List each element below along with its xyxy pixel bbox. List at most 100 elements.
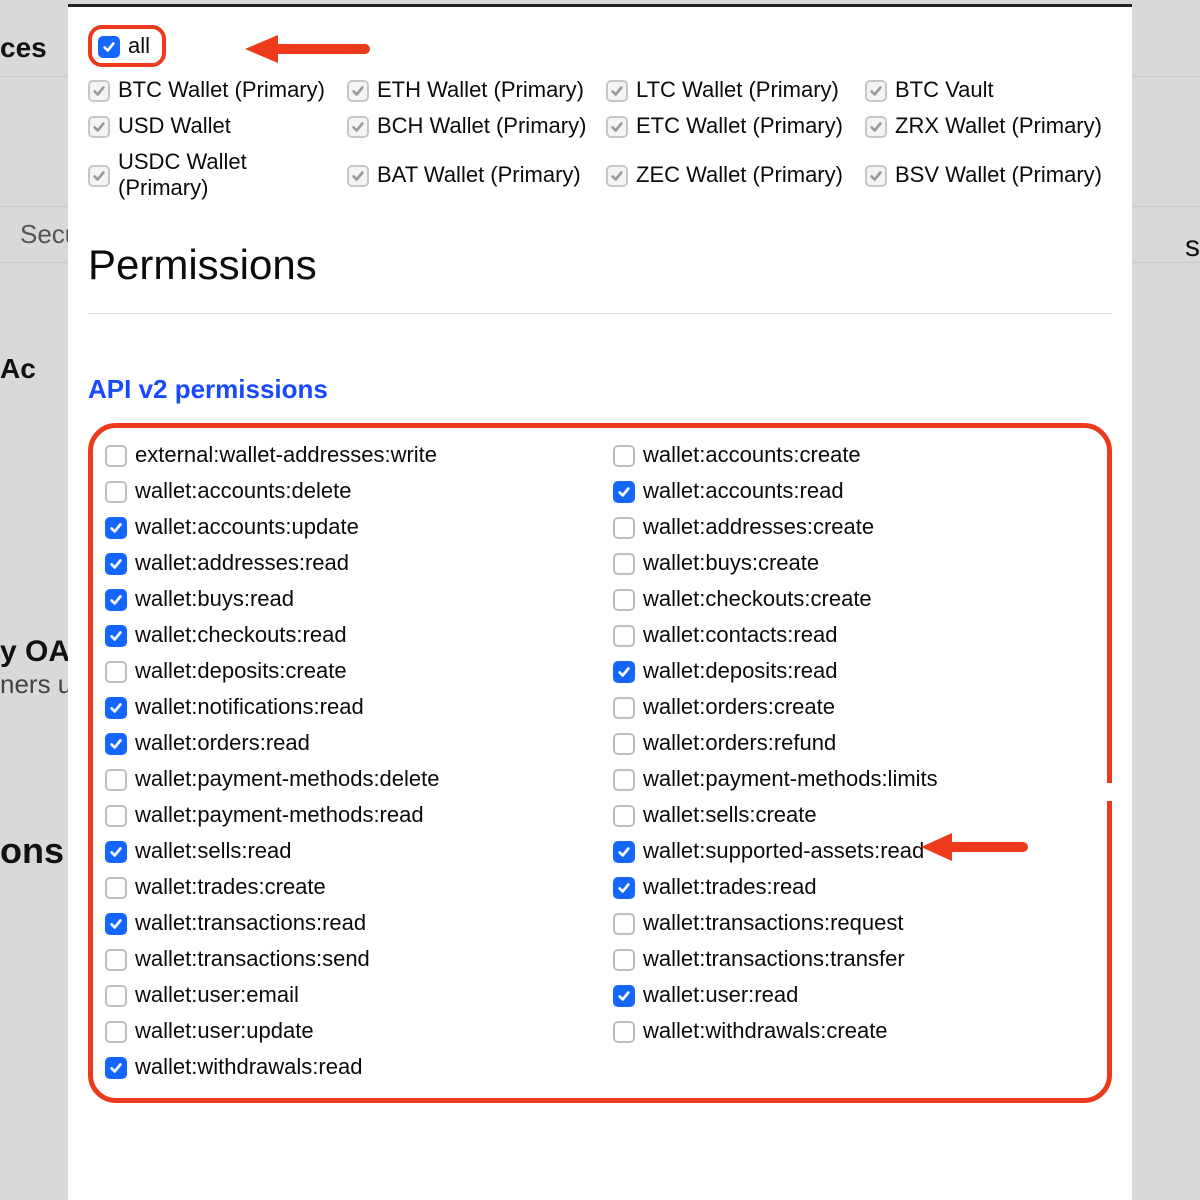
checkbox[interactable] bbox=[105, 985, 127, 1007]
checkbox[interactable] bbox=[613, 517, 635, 539]
permission-label: wallet:checkouts:read bbox=[135, 622, 347, 648]
permission-label: wallet:deposits:read bbox=[643, 658, 837, 684]
checkbox[interactable] bbox=[347, 80, 369, 102]
permission-item[interactable]: wallet:withdrawals:read bbox=[105, 1054, 583, 1080]
account-item[interactable]: BAT Wallet (Primary) bbox=[347, 149, 594, 201]
permission-item[interactable]: wallet:payment-methods:delete bbox=[105, 766, 583, 792]
checkbox[interactable] bbox=[613, 445, 635, 467]
checkbox[interactable] bbox=[865, 165, 887, 187]
account-item[interactable]: ETH Wallet (Primary) bbox=[347, 77, 594, 103]
permission-item[interactable]: wallet:transactions:request bbox=[613, 910, 1091, 936]
permission-item[interactable]: wallet:orders:read bbox=[105, 730, 583, 756]
permission-item[interactable]: wallet:accounts:read bbox=[613, 478, 1091, 504]
checkbox[interactable] bbox=[105, 1057, 127, 1079]
checkbox[interactable] bbox=[105, 481, 127, 503]
checkbox[interactable] bbox=[613, 769, 635, 791]
checkbox[interactable] bbox=[865, 116, 887, 138]
account-item[interactable]: BTC Vault bbox=[865, 77, 1112, 103]
account-item[interactable]: USDC Wallet (Primary) bbox=[88, 149, 335, 201]
checkbox[interactable] bbox=[347, 116, 369, 138]
checkbox[interactable] bbox=[105, 517, 127, 539]
permission-item[interactable]: wallet:transactions:read bbox=[105, 910, 583, 936]
checkbox[interactable] bbox=[105, 769, 127, 791]
permission-item[interactable]: wallet:checkouts:read bbox=[105, 622, 583, 648]
checkbox[interactable] bbox=[105, 1021, 127, 1043]
checkbox[interactable] bbox=[613, 877, 635, 899]
checkbox[interactable] bbox=[105, 949, 127, 971]
checkbox[interactable] bbox=[105, 877, 127, 899]
checkbox[interactable] bbox=[105, 733, 127, 755]
checkbox[interactable] bbox=[613, 913, 635, 935]
permission-item[interactable]: wallet:notifications:read bbox=[105, 694, 583, 720]
checkbox[interactable] bbox=[347, 165, 369, 187]
permission-item[interactable]: wallet:checkouts:create bbox=[613, 586, 1091, 612]
checkbox[interactable] bbox=[105, 913, 127, 935]
permission-item[interactable]: wallet:orders:create bbox=[613, 694, 1091, 720]
permission-item[interactable]: wallet:accounts:delete bbox=[105, 478, 583, 504]
permission-item[interactable]: wallet:sells:create bbox=[613, 802, 1091, 828]
permission-item[interactable]: wallet:orders:refund bbox=[613, 730, 1091, 756]
checkbox[interactable] bbox=[613, 949, 635, 971]
permission-item[interactable]: wallet:contacts:read bbox=[613, 622, 1091, 648]
checkbox[interactable] bbox=[613, 985, 635, 1007]
permission-item[interactable]: wallet:payment-methods:limits bbox=[613, 766, 1091, 792]
permission-item[interactable]: wallet:addresses:create bbox=[613, 514, 1091, 540]
checkbox[interactable] bbox=[613, 661, 635, 683]
permission-item[interactable]: wallet:user:email bbox=[105, 982, 583, 1008]
account-item[interactable]: ZRX Wallet (Primary) bbox=[865, 113, 1112, 139]
checkbox[interactable] bbox=[613, 697, 635, 719]
permission-item[interactable]: wallet:accounts:update bbox=[105, 514, 583, 540]
account-item[interactable]: USD Wallet bbox=[88, 113, 335, 139]
checkbox[interactable] bbox=[606, 116, 628, 138]
checkbox[interactable] bbox=[613, 625, 635, 647]
permission-item[interactable]: wallet:accounts:create bbox=[613, 442, 1091, 468]
checkbox[interactable] bbox=[105, 805, 127, 827]
account-label: ETC Wallet (Primary) bbox=[636, 113, 843, 139]
checkbox[interactable] bbox=[105, 553, 127, 575]
account-item[interactable]: BSV Wallet (Primary) bbox=[865, 149, 1112, 201]
checkbox[interactable] bbox=[88, 80, 110, 102]
permission-item[interactable]: wallet:transactions:transfer bbox=[613, 946, 1091, 972]
permission-item[interactable]: wallet:user:update bbox=[105, 1018, 583, 1044]
permission-item[interactable]: wallet:trades:read bbox=[613, 874, 1091, 900]
account-item[interactable]: ETC Wallet (Primary) bbox=[606, 113, 853, 139]
checkbox[interactable] bbox=[105, 589, 127, 611]
checkbox[interactable] bbox=[613, 589, 635, 611]
permission-item[interactable]: wallet:deposits:create bbox=[105, 658, 583, 684]
checkbox[interactable] bbox=[613, 553, 635, 575]
permission-item[interactable]: wallet:trades:create bbox=[105, 874, 583, 900]
permission-item[interactable]: wallet:deposits:read bbox=[613, 658, 1091, 684]
account-label: BTC Vault bbox=[895, 77, 994, 103]
permission-item[interactable]: wallet:withdrawals:create bbox=[613, 1018, 1091, 1044]
checkbox[interactable] bbox=[88, 116, 110, 138]
account-item[interactable]: BTC Wallet (Primary) bbox=[88, 77, 335, 103]
checkbox[interactable] bbox=[613, 1021, 635, 1043]
permission-item[interactable]: wallet:user:read bbox=[613, 982, 1091, 1008]
permission-item[interactable]: external:wallet-addresses:write bbox=[105, 442, 583, 468]
checkbox[interactable] bbox=[105, 697, 127, 719]
permission-item[interactable]: wallet:addresses:read bbox=[105, 550, 583, 576]
checkbox[interactable] bbox=[613, 481, 635, 503]
permission-item[interactable]: wallet:buys:create bbox=[613, 550, 1091, 576]
checkbox[interactable] bbox=[105, 625, 127, 647]
checkbox[interactable] bbox=[613, 805, 635, 827]
permission-item[interactable]: wallet:supported-assets:read bbox=[613, 838, 1091, 864]
account-item[interactable]: BCH Wallet (Primary) bbox=[347, 113, 594, 139]
checkbox[interactable] bbox=[865, 80, 887, 102]
checkbox[interactable] bbox=[613, 733, 635, 755]
permission-item[interactable]: wallet:payment-methods:read bbox=[105, 802, 583, 828]
checkbox-all[interactable] bbox=[98, 36, 120, 58]
checkbox[interactable] bbox=[105, 841, 127, 863]
checkbox[interactable] bbox=[606, 80, 628, 102]
checkbox[interactable] bbox=[105, 445, 127, 467]
permission-item[interactable]: wallet:sells:read bbox=[105, 838, 583, 864]
checkbox[interactable] bbox=[606, 165, 628, 187]
account-item[interactable]: ZEC Wallet (Primary) bbox=[606, 149, 853, 201]
checkbox[interactable] bbox=[105, 661, 127, 683]
account-all[interactable]: all bbox=[88, 25, 1112, 67]
permission-item[interactable]: wallet:buys:read bbox=[105, 586, 583, 612]
checkbox[interactable] bbox=[613, 841, 635, 863]
checkbox[interactable] bbox=[88, 165, 110, 187]
permission-item[interactable]: wallet:transactions:send bbox=[105, 946, 583, 972]
account-item[interactable]: LTC Wallet (Primary) bbox=[606, 77, 853, 103]
